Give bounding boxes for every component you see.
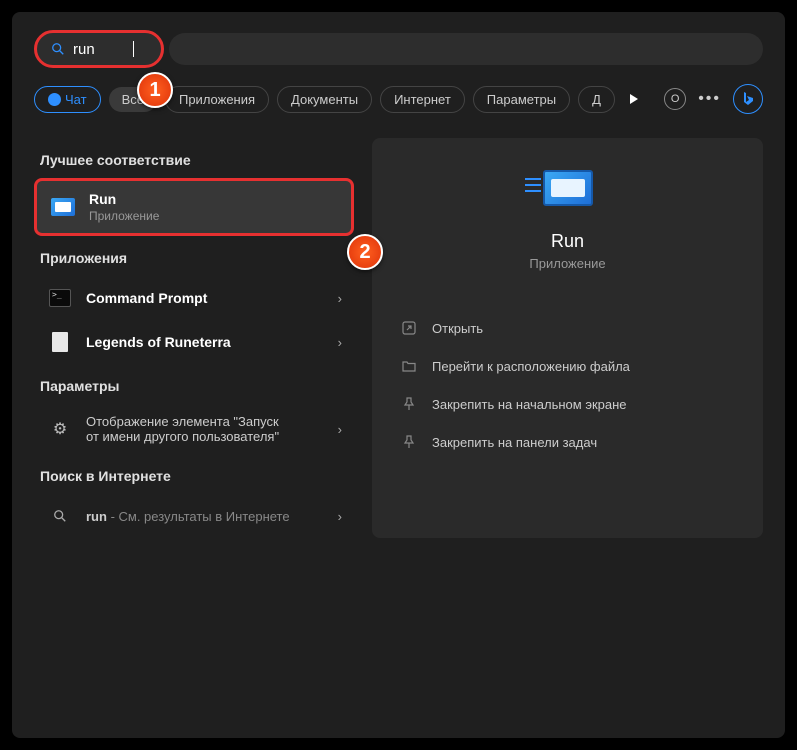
action-open[interactable]: Открыть: [396, 311, 739, 345]
open-icon: [400, 319, 418, 337]
sliders-icon: ⚙: [46, 417, 74, 441]
chevron-right-icon: ›: [338, 291, 342, 306]
action-label: Перейти к расположению файла: [432, 359, 630, 374]
action-file-location[interactable]: Перейти к расположению файла: [396, 349, 739, 383]
chevron-right-icon: ›: [338, 509, 342, 524]
result-title: Отображение элемента "Запускот имени дру…: [86, 414, 338, 444]
document-icon: [46, 330, 74, 354]
action-label: Открыть: [432, 321, 483, 336]
cmd-icon: [46, 286, 74, 310]
pin-icon: [400, 395, 418, 413]
search-input[interactable]: run: [73, 41, 133, 58]
detail-app-icon: [396, 170, 739, 211]
result-command-prompt[interactable]: Command Prompt ›: [34, 276, 354, 320]
section-best-match: Лучшее соответствие: [40, 152, 354, 168]
folder-icon: [400, 357, 418, 375]
section-settings: Параметры: [40, 378, 354, 394]
more-options-icon[interactable]: •••: [694, 90, 725, 108]
result-subtitle: Приложение: [89, 209, 339, 223]
tab-more-truncated[interactable]: Д: [578, 86, 615, 113]
chevron-right-icon: ›: [338, 335, 342, 350]
search-icon: [51, 42, 65, 56]
search-icon: [46, 504, 74, 528]
tab-chat[interactable]: Чат: [34, 86, 101, 113]
bing-icon[interactable]: [733, 84, 763, 114]
action-pin-taskbar[interactable]: Закрепить на панели задач: [396, 425, 739, 459]
detail-panel: Run Приложение Открыть Перейти к располо…: [372, 138, 763, 538]
result-title: run - См. результаты в Интернете: [86, 509, 338, 524]
annotation-badge-1: 1: [137, 72, 173, 108]
section-web-search: Поиск в Интернете: [40, 468, 354, 484]
detail-subtitle: Приложение: [396, 256, 739, 271]
action-label: Закрепить на начальном экране: [432, 397, 627, 412]
search-bar-bg: [169, 33, 763, 65]
tab-documents[interactable]: Документы: [277, 86, 372, 113]
tab-apps[interactable]: Приложения: [165, 86, 269, 113]
account-icon[interactable]: O: [664, 88, 686, 110]
result-run-app[interactable]: Run Приложение: [34, 178, 354, 236]
results-column: Лучшее соответствие Run Приложение Прило…: [34, 138, 354, 538]
result-title: Legends of Runeterra: [86, 334, 338, 350]
result-title: Command Prompt: [86, 290, 338, 306]
chevron-right-icon: ›: [338, 422, 342, 437]
search-bar-container: run: [34, 30, 763, 68]
result-web-search[interactable]: run - См. результаты в Интернете ›: [34, 494, 354, 538]
text-cursor: [133, 41, 134, 57]
detail-actions: Открыть Перейти к расположению файла Зак…: [396, 311, 739, 459]
annotation-badge-2: 2: [347, 234, 383, 270]
result-setting-runas[interactable]: ⚙ Отображение элемента "Запускот имени д…: [34, 404, 354, 454]
tab-internet[interactable]: Интернет: [380, 86, 465, 113]
action-label: Закрепить на панели задач: [432, 435, 597, 450]
play-icon[interactable]: [623, 88, 645, 110]
bing-chat-icon: [48, 93, 61, 106]
result-legends-runeterra[interactable]: Legends of Runeterra ›: [34, 320, 354, 364]
detail-title: Run: [396, 231, 739, 252]
tab-settings[interactable]: Параметры: [473, 86, 570, 113]
result-title: Run: [89, 191, 339, 207]
action-pin-start[interactable]: Закрепить на начальном экране: [396, 387, 739, 421]
run-app-icon: [49, 195, 77, 219]
pin-icon: [400, 433, 418, 451]
tab-chat-label: Чат: [65, 92, 87, 107]
search-window: run 1 2 Чат Все Приложения Документы Инт…: [12, 12, 785, 738]
section-apps: Приложения: [40, 250, 354, 266]
search-box[interactable]: run: [34, 30, 164, 68]
